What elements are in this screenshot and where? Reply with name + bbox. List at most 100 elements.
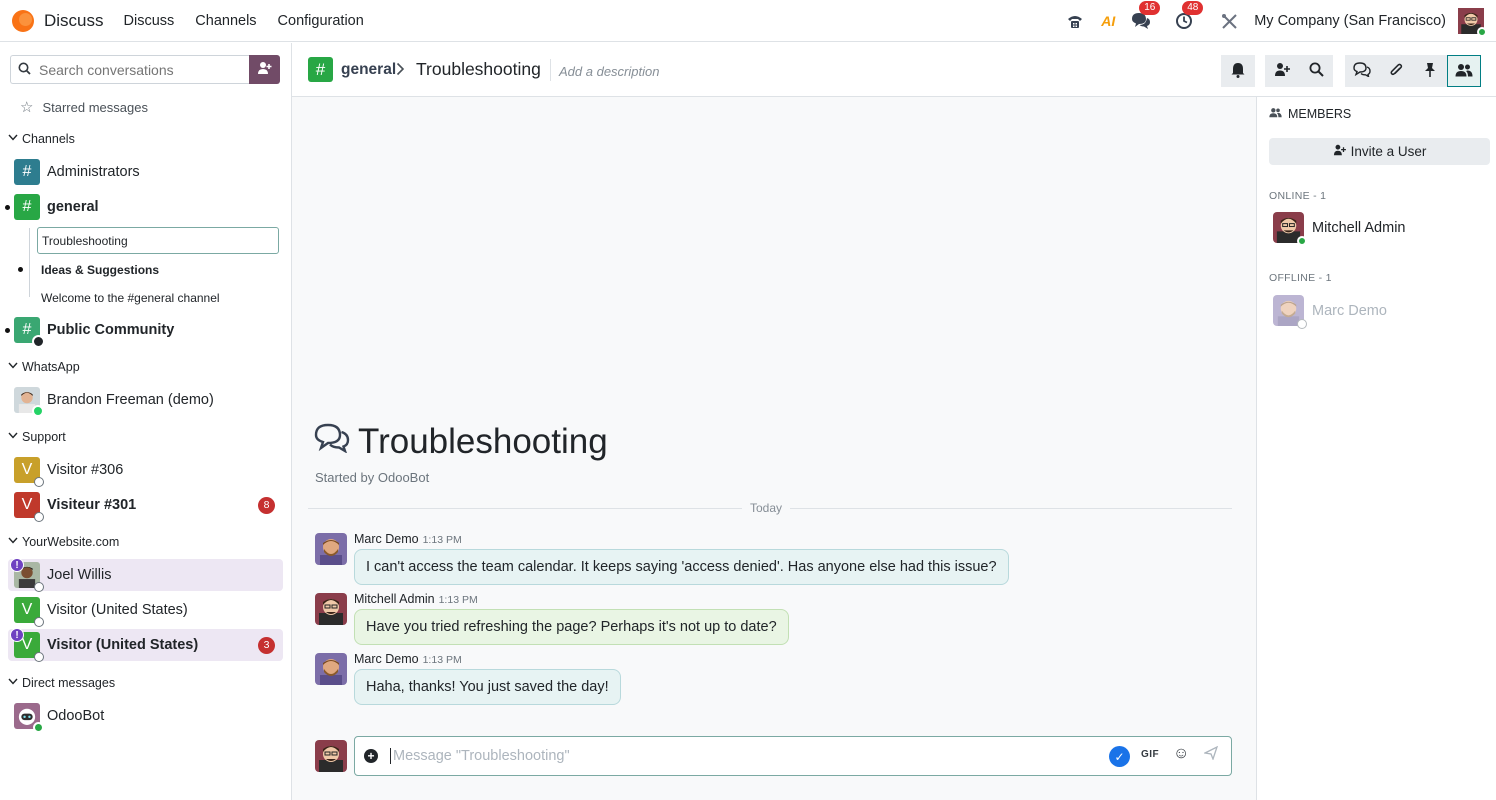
channel-name: Administrators (47, 164, 140, 180)
search-bar (10, 55, 280, 84)
subchannel-troubleshooting[interactable]: Troubleshooting (37, 227, 279, 254)
avatar: ! V (10, 628, 44, 662)
category-channels[interactable]: Channels (8, 132, 75, 146)
ai-icon[interactable]: AI (1096, 9, 1120, 33)
subchannel-ideas[interactable]: Ideas & Suggestions (18, 256, 279, 283)
message-author[interactable]: Marc Demo (354, 652, 419, 666)
chevron-right-icon (396, 58, 405, 81)
threads-icon (314, 422, 350, 462)
message-author[interactable]: Marc Demo (354, 532, 419, 546)
divider (550, 59, 551, 81)
category-direct-messages[interactable]: Direct messages (8, 676, 115, 690)
avatar[interactable] (315, 593, 347, 625)
sidebar-item-visitor-us-2[interactable]: ! V Visitor (United States) 3 (8, 628, 283, 662)
thread-intro: Troubleshooting Started by OdooBot (314, 422, 608, 485)
online-section-label: ONLINE - 1 (1269, 190, 1327, 202)
odoo-logo-icon[interactable] (12, 9, 34, 32)
message-time: 1:13 PM (438, 594, 478, 606)
start-conversation-button[interactable] (249, 55, 280, 84)
sidebar-item-visitor-us-1[interactable]: V Visitor (United States) (8, 594, 283, 627)
hash-icon: # (14, 194, 40, 220)
message-input[interactable] (390, 748, 1090, 764)
chevron-down-icon (8, 536, 18, 547)
hash-icon: # (14, 317, 45, 348)
pinned-messages-button[interactable] (1413, 55, 1447, 87)
avatar[interactable] (315, 653, 347, 685)
members-icon (1269, 107, 1282, 121)
top-navbar: Discuss Discuss Channels Configuration A… (0, 0, 1496, 42)
emoji-icon[interactable]: ☺ (1173, 745, 1189, 763)
sidebar-item-joel-willis[interactable]: ! Joel Willis (8, 558, 283, 592)
company-switcher[interactable]: My Company (San Francisco) (1254, 13, 1446, 29)
avatar (1273, 295, 1307, 329)
attachments-button[interactable] (1379, 55, 1413, 87)
starred-messages-link[interactable]: ☆ Starred messages (20, 98, 148, 116)
avatar-initial: V (21, 601, 33, 618)
app-name[interactable]: Discuss (44, 11, 104, 31)
message-bubble: Haha, thanks! You just saved the day! (354, 669, 621, 705)
hash-icon: # (14, 159, 40, 185)
whatsapp-icon (32, 405, 44, 417)
members-icon (1455, 63, 1473, 80)
description-field[interactable]: Add a description (559, 64, 659, 79)
category-whatsapp[interactable]: WhatsApp (8, 360, 80, 374)
chat-name: Joel Willis (47, 567, 112, 583)
add-user-icon (1333, 144, 1346, 159)
member-item[interactable]: Mitchell Admin (1273, 212, 1405, 246)
unread-indicator (5, 205, 10, 210)
user-avatar[interactable] (1458, 8, 1487, 37)
tools-icon[interactable] (1217, 9, 1241, 33)
members-button[interactable] (1447, 55, 1481, 87)
sidebar-item-visitor-306[interactable]: V Visitor #306 (8, 454, 283, 487)
avatar[interactable] (315, 533, 347, 565)
search-icon (1309, 62, 1324, 80)
sidebar-item-administrators[interactable]: # Administrators (8, 156, 283, 188)
thread-title[interactable]: Troubleshooting (416, 59, 541, 80)
intro-title: Troubleshooting (358, 422, 608, 461)
message-author[interactable]: Mitchell Admin (354, 592, 435, 606)
check-circle-icon[interactable]: ✓ (1109, 746, 1130, 767)
sidebar-item-brandon[interactable]: Brandon Freeman (demo) (8, 384, 283, 417)
avatar-initial: V (21, 636, 33, 653)
notification-button[interactable] (1221, 55, 1255, 87)
chevron-down-icon (8, 361, 18, 372)
sidebar-item-visiteur-301[interactable]: V Visiteur #301 8 (8, 489, 283, 522)
chat-bubbles-icon[interactable]: 16 (1129, 1, 1161, 33)
gif-icon[interactable]: GIF (1141, 749, 1159, 760)
menu-discuss[interactable]: Discuss (124, 13, 175, 29)
sidebar-item-public-community[interactable]: # Public Community (5, 314, 283, 348)
avatar: V (14, 492, 44, 522)
menu-configuration[interactable]: Configuration (278, 13, 364, 29)
unread-indicator (18, 267, 23, 272)
offline-status-icon (1297, 319, 1307, 329)
add-users-button[interactable] (1265, 55, 1299, 87)
pin-icon (1424, 62, 1436, 81)
clock-icon[interactable]: 48 (1172, 1, 1204, 33)
sidebar-item-general[interactable]: # general (5, 191, 283, 223)
starred-label: Starred messages (42, 99, 148, 115)
plus-circle-icon[interactable]: + (364, 749, 378, 763)
search-box[interactable] (10, 55, 249, 84)
breadcrumb-parent[interactable]: general (341, 61, 396, 79)
offline-status-icon (34, 512, 44, 522)
thread-header: # general Troubleshooting Add a descript… (292, 43, 1496, 97)
online-status-icon (1297, 236, 1307, 246)
phone-icon[interactable] (1063, 9, 1087, 33)
sidebar-item-odoobot[interactable]: OdooBot (8, 700, 283, 733)
category-support[interactable]: Support (8, 430, 66, 444)
subchannel-name: Welcome to the #general channel (41, 290, 220, 305)
search-messages-button[interactable] (1299, 55, 1333, 87)
member-item[interactable]: Marc Demo (1273, 295, 1387, 329)
members-panel: MEMBERS Invite a User ONLINE - 1 Mitchel… (1256, 97, 1496, 800)
menu-channels[interactable]: Channels (195, 13, 256, 29)
send-icon[interactable] (1202, 745, 1219, 763)
paperclip-icon (1389, 62, 1403, 81)
invite-user-button[interactable]: Invite a User (1269, 138, 1490, 165)
subchannel-welcome[interactable]: Welcome to the #general channel (37, 284, 279, 311)
message-composer: + ✓ GIF ☺ (354, 736, 1232, 776)
message-header: Mitchell Admin 1:13 PM (354, 592, 478, 606)
threads-button[interactable] (1345, 55, 1379, 87)
category-website[interactable]: YourWebsite.com (8, 535, 119, 549)
invite-label: Invite a User (1350, 144, 1427, 159)
search-input[interactable] (39, 61, 239, 78)
